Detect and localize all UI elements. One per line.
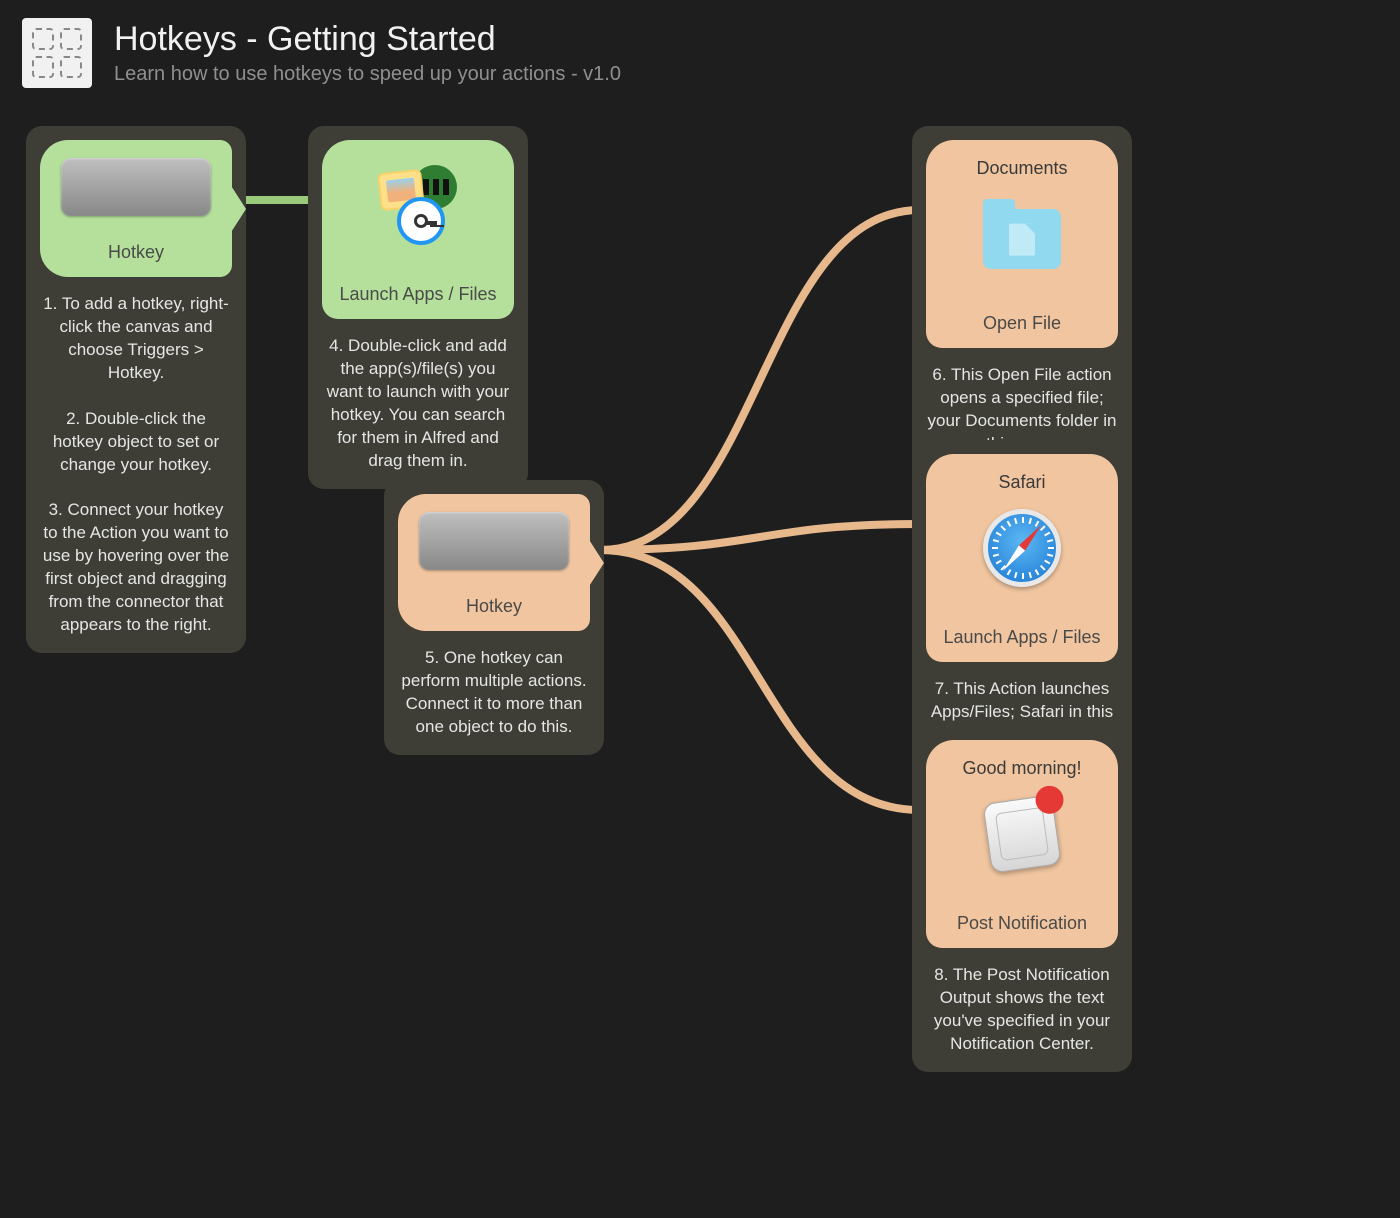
node-launch-apps-1[interactable]: Launch Apps / Files 4. Double-click and … [308, 126, 528, 489]
card-label: Launch Apps / Files [339, 284, 496, 305]
folder-icon [979, 191, 1065, 277]
card-label: Hotkey [108, 242, 164, 263]
notification-icon [979, 791, 1065, 877]
node-post-notification[interactable]: Good morning! Post Notification 8. The P… [912, 726, 1132, 1072]
hotkey-slot[interactable] [61, 158, 211, 216]
launch-apps-card[interactable]: Safari Launch Apps / Files [926, 454, 1118, 662]
app-cluster-icon [375, 162, 461, 248]
launch-apps-card[interactable]: Launch Apps / Files [322, 140, 514, 319]
hotkey-slot[interactable] [419, 512, 569, 570]
header: Hotkeys - Getting Started Learn how to u… [0, 0, 1400, 110]
node-note: 4. Double-click and add the app(s)/file(… [322, 335, 514, 473]
card-title: Safari [998, 472, 1045, 493]
safari-icon [979, 505, 1065, 591]
node-note: 1. To add a hotkey, right-click the canv… [40, 293, 232, 637]
card-title: Good morning! [962, 758, 1081, 779]
node-note: 8. The Post Notification Output shows th… [926, 964, 1118, 1056]
hotkey-trigger-card[interactable]: Hotkey [40, 140, 232, 277]
workflow-canvas[interactable]: Hotkey 1. To add a hotkey, right-click t… [0, 110, 1400, 1218]
workflow-icon [22, 18, 92, 88]
node-note: 5. One hotkey can perform multiple actio… [398, 647, 590, 739]
page-title: Hotkeys - Getting Started [114, 20, 621, 59]
node-hotkey-1[interactable]: Hotkey 1. To add a hotkey, right-click t… [26, 126, 246, 653]
node-hotkey-2[interactable]: Hotkey 5. One hotkey can perform multipl… [384, 480, 604, 755]
card-label: Launch Apps / Files [943, 627, 1100, 648]
node-open-file-documents[interactable]: Documents Open File 6. This Open File ac… [912, 126, 1132, 472]
node-launch-apps-safari[interactable]: Safari Launch Apps / Files 7. This Actio… [912, 440, 1132, 763]
card-label: Post Notification [957, 913, 1087, 934]
card-title: Documents [976, 158, 1067, 179]
hotkey-trigger-card[interactable]: Hotkey [398, 494, 590, 631]
card-label: Hotkey [466, 596, 522, 617]
page-subtitle: Learn how to use hotkeys to speed up you… [114, 63, 621, 86]
post-notification-card[interactable]: Good morning! Post Notification [926, 740, 1118, 948]
card-label: Open File [983, 313, 1061, 334]
open-file-card[interactable]: Documents Open File [926, 140, 1118, 348]
